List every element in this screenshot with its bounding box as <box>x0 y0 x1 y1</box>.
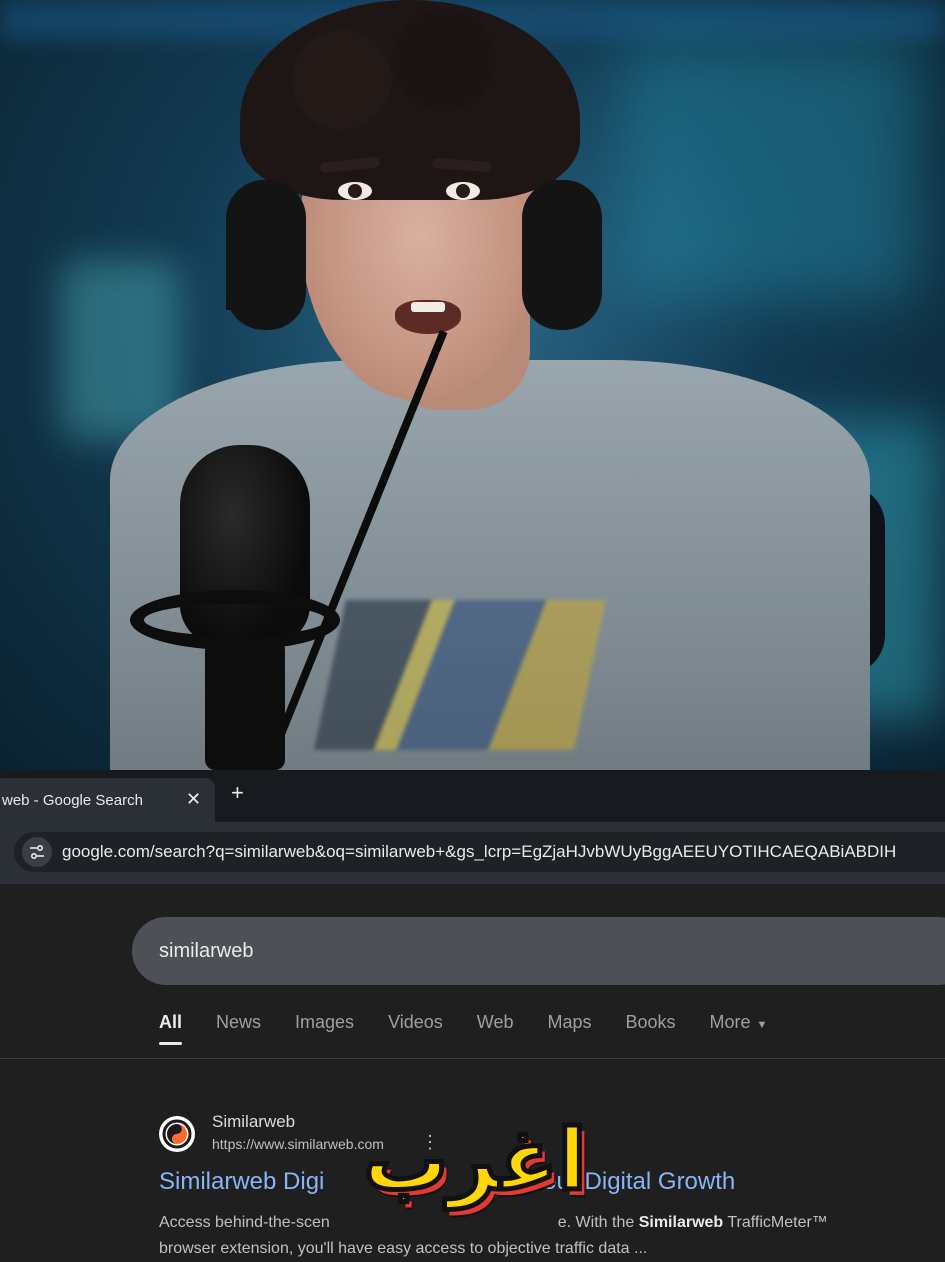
webcam-video <box>0 0 945 770</box>
new-tab-icon[interactable]: + <box>231 780 244 806</box>
search-input[interactable]: similarweb <box>132 917 945 985</box>
similarweb-logo-icon <box>159 1116 195 1152</box>
tab-title: web - Google Search <box>2 791 143 809</box>
address-bar[interactable]: google.com/search?q=similarweb&oq=simila… <box>14 832 945 872</box>
browser-tab[interactable]: web - Google Search ✕ <box>0 778 215 822</box>
tab-more[interactable]: More ▼ <box>710 1012 768 1033</box>
url-text: google.com/search?q=similarweb&oq=simila… <box>62 842 897 861</box>
snippet-line2: browser extension, you'll have easy acce… <box>159 1240 648 1257</box>
snippet-part1: Access behind-the-scen <box>159 1214 330 1231</box>
headphone-cup <box>226 180 306 330</box>
snippet-part2: e. With the <box>557 1214 635 1231</box>
tab-books[interactable]: Books <box>625 1012 675 1033</box>
search-query: similarweb <box>159 939 254 962</box>
chevron-down-icon: ▼ <box>756 1019 768 1031</box>
tab-news[interactable]: News <box>216 1012 261 1033</box>
headphone-cup <box>522 180 602 330</box>
search-tabs: All News Images Videos Web Maps Books Mo… <box>159 1012 801 1045</box>
result-title-left: Similarweb Digi <box>159 1168 325 1195</box>
snippet-bold: Similarweb <box>638 1214 724 1231</box>
tab-strip: web - Google Search ✕ <box>0 770 945 822</box>
tab-all[interactable]: All <box>159 1012 183 1045</box>
video-caption: اغرب <box>361 1111 589 1209</box>
shirt-logo <box>314 600 606 750</box>
tab-web[interactable]: Web <box>477 1012 514 1033</box>
result-snippet: Access behind-the-scen e. With the Simila… <box>159 1210 939 1262</box>
divider <box>0 1058 945 1059</box>
result-site-name[interactable]: Similarweb <box>212 1112 295 1132</box>
background-light <box>620 40 920 300</box>
toolbar: google.com/search?q=similarweb&oq=simila… <box>0 822 945 884</box>
site-settings-icon[interactable] <box>22 837 52 867</box>
close-icon[interactable]: ✕ <box>186 789 201 810</box>
mouth <box>395 300 461 334</box>
tab-images[interactable]: Images <box>295 1012 354 1033</box>
tab-more-label: More <box>709 1012 751 1032</box>
tab-videos[interactable]: Videos <box>388 1012 443 1033</box>
microphone-body <box>205 640 285 770</box>
tab-maps[interactable]: Maps <box>547 1012 591 1033</box>
snippet-part3: TrafficMeter™ <box>727 1214 828 1231</box>
eye <box>338 182 372 200</box>
eye <box>446 182 480 200</box>
